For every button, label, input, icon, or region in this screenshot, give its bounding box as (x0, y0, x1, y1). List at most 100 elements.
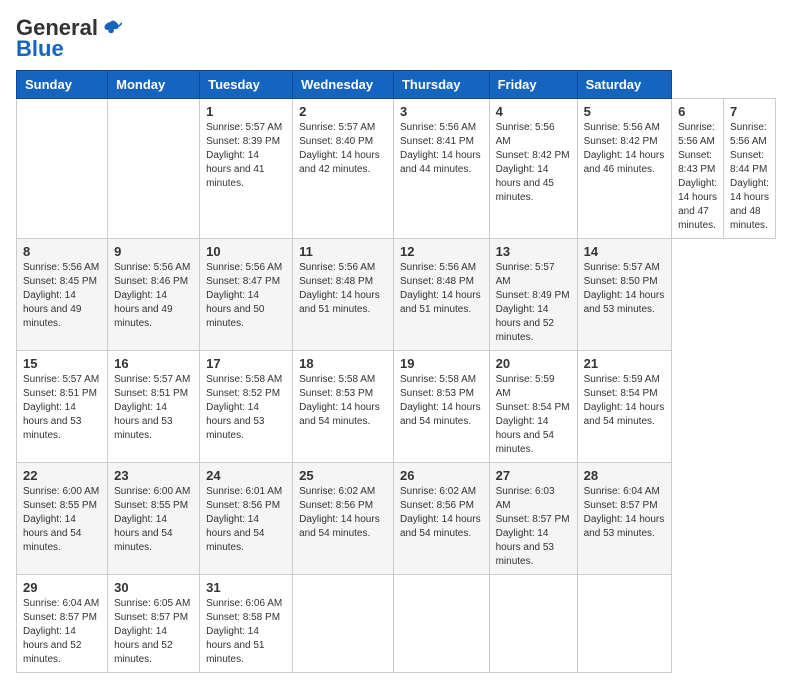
calendar-week-row: 1 Sunrise: 5:57 AM Sunset: 8:39 PM Dayli… (17, 99, 776, 239)
calendar-cell: 8 Sunrise: 5:56 AM Sunset: 8:45 PM Dayli… (17, 239, 108, 351)
day-info: Sunrise: 5:56 AM Sunset: 8:45 PM Dayligh… (23, 261, 101, 331)
calendar-cell: 4 Sunrise: 5:56 AM Sunset: 8:42 PM Dayli… (489, 99, 577, 239)
day-info: Sunrise: 5:58 AM Sunset: 8:52 PM Dayligh… (206, 373, 286, 443)
day-info: Sunrise: 5:57 AM Sunset: 8:40 PM Dayligh… (299, 121, 387, 177)
day-info: Sunrise: 5:58 AM Sunset: 8:53 PM Dayligh… (299, 373, 387, 429)
day-info: Sunrise: 5:57 AM Sunset: 8:49 PM Dayligh… (496, 261, 571, 345)
day-info: Sunrise: 5:59 AM Sunset: 8:54 PM Dayligh… (584, 373, 666, 429)
calendar-cell (293, 575, 394, 673)
calendar-cell: 1 Sunrise: 5:57 AM Sunset: 8:39 PM Dayli… (200, 99, 293, 239)
calendar-week-row: 15 Sunrise: 5:57 AM Sunset: 8:51 PM Dayl… (17, 351, 776, 463)
day-info: Sunrise: 5:56 AM Sunset: 8:43 PM Dayligh… (678, 121, 717, 233)
calendar-cell: 12 Sunrise: 5:56 AM Sunset: 8:48 PM Dayl… (393, 239, 489, 351)
day-info: Sunrise: 6:04 AM Sunset: 8:57 PM Dayligh… (23, 597, 101, 667)
day-info: Sunrise: 5:56 AM Sunset: 8:48 PM Dayligh… (299, 261, 387, 317)
calendar-cell: 29 Sunrise: 6:04 AM Sunset: 8:57 PM Dayl… (17, 575, 108, 673)
calendar-cell: 25 Sunrise: 6:02 AM Sunset: 8:56 PM Dayl… (293, 463, 394, 575)
calendar-cell (108, 99, 200, 239)
weekday-header-row: SundayMondayTuesdayWednesdayThursdayFrid… (17, 71, 776, 99)
day-number: 27 (496, 468, 571, 483)
calendar-cell: 16 Sunrise: 5:57 AM Sunset: 8:51 PM Dayl… (108, 351, 200, 463)
calendar-cell: 24 Sunrise: 6:01 AM Sunset: 8:56 PM Dayl… (200, 463, 293, 575)
day-number: 4 (496, 104, 571, 119)
weekday-header-friday: Friday (489, 71, 577, 99)
day-info: Sunrise: 6:01 AM Sunset: 8:56 PM Dayligh… (206, 485, 286, 555)
day-info: Sunrise: 6:04 AM Sunset: 8:57 PM Dayligh… (584, 485, 666, 541)
calendar-cell: 2 Sunrise: 5:57 AM Sunset: 8:40 PM Dayli… (293, 99, 394, 239)
calendar-cell: 30 Sunrise: 6:05 AM Sunset: 8:57 PM Dayl… (108, 575, 200, 673)
day-number: 8 (23, 244, 101, 259)
day-info: Sunrise: 5:57 AM Sunset: 8:51 PM Dayligh… (23, 373, 101, 443)
day-info: Sunrise: 5:56 AM Sunset: 8:41 PM Dayligh… (400, 121, 483, 177)
day-number: 26 (400, 468, 483, 483)
day-number: 5 (584, 104, 666, 119)
day-info: Sunrise: 5:56 AM Sunset: 8:46 PM Dayligh… (114, 261, 193, 331)
calendar-cell: 15 Sunrise: 5:57 AM Sunset: 8:51 PM Dayl… (17, 351, 108, 463)
day-number: 21 (584, 356, 666, 371)
calendar-cell (577, 575, 672, 673)
day-number: 14 (584, 244, 666, 259)
day-info: Sunrise: 6:00 AM Sunset: 8:55 PM Dayligh… (23, 485, 101, 555)
day-info: Sunrise: 6:02 AM Sunset: 8:56 PM Dayligh… (299, 485, 387, 541)
day-info: Sunrise: 5:59 AM Sunset: 8:54 PM Dayligh… (496, 373, 571, 457)
calendar-cell: 26 Sunrise: 6:02 AM Sunset: 8:56 PM Dayl… (393, 463, 489, 575)
calendar-week-row: 29 Sunrise: 6:04 AM Sunset: 8:57 PM Dayl… (17, 575, 776, 673)
calendar-cell: 19 Sunrise: 5:58 AM Sunset: 8:53 PM Dayl… (393, 351, 489, 463)
calendar-cell: 28 Sunrise: 6:04 AM Sunset: 8:57 PM Dayl… (577, 463, 672, 575)
day-number: 29 (23, 580, 101, 595)
calendar-cell: 23 Sunrise: 6:00 AM Sunset: 8:55 PM Dayl… (108, 463, 200, 575)
day-number: 11 (299, 244, 387, 259)
page-header: General Blue (16, 16, 776, 62)
calendar-cell (393, 575, 489, 673)
day-number: 28 (584, 468, 666, 483)
day-number: 2 (299, 104, 387, 119)
day-info: Sunrise: 6:02 AM Sunset: 8:56 PM Dayligh… (400, 485, 483, 541)
logo-bird-icon (102, 18, 122, 38)
calendar-cell: 17 Sunrise: 5:58 AM Sunset: 8:52 PM Dayl… (200, 351, 293, 463)
calendar-cell: 11 Sunrise: 5:56 AM Sunset: 8:48 PM Dayl… (293, 239, 394, 351)
day-number: 6 (678, 104, 717, 119)
calendar-cell: 9 Sunrise: 5:56 AM Sunset: 8:46 PM Dayli… (108, 239, 200, 351)
day-number: 24 (206, 468, 286, 483)
calendar-week-row: 8 Sunrise: 5:56 AM Sunset: 8:45 PM Dayli… (17, 239, 776, 351)
day-number: 15 (23, 356, 101, 371)
weekday-header-tuesday: Tuesday (200, 71, 293, 99)
day-number: 16 (114, 356, 193, 371)
weekday-header-thursday: Thursday (393, 71, 489, 99)
weekday-header-wednesday: Wednesday (293, 71, 394, 99)
day-info: Sunrise: 5:58 AM Sunset: 8:53 PM Dayligh… (400, 373, 483, 429)
day-number: 23 (114, 468, 193, 483)
day-info: Sunrise: 6:03 AM Sunset: 8:57 PM Dayligh… (496, 485, 571, 569)
day-info: Sunrise: 5:57 AM Sunset: 8:39 PM Dayligh… (206, 121, 286, 191)
day-info: Sunrise: 5:57 AM Sunset: 8:51 PM Dayligh… (114, 373, 193, 443)
calendar-week-row: 22 Sunrise: 6:00 AM Sunset: 8:55 PM Dayl… (17, 463, 776, 575)
calendar-cell: 10 Sunrise: 5:56 AM Sunset: 8:47 PM Dayl… (200, 239, 293, 351)
logo-blue-text: Blue (16, 36, 64, 62)
day-number: 17 (206, 356, 286, 371)
day-number: 9 (114, 244, 193, 259)
day-info: Sunrise: 5:56 AM Sunset: 8:42 PM Dayligh… (496, 121, 571, 205)
day-info: Sunrise: 6:06 AM Sunset: 8:58 PM Dayligh… (206, 597, 286, 667)
calendar-cell: 18 Sunrise: 5:58 AM Sunset: 8:53 PM Dayl… (293, 351, 394, 463)
day-info: Sunrise: 6:00 AM Sunset: 8:55 PM Dayligh… (114, 485, 193, 555)
calendar-cell: 22 Sunrise: 6:00 AM Sunset: 8:55 PM Dayl… (17, 463, 108, 575)
day-number: 10 (206, 244, 286, 259)
day-info: Sunrise: 5:56 AM Sunset: 8:47 PM Dayligh… (206, 261, 286, 331)
day-number: 18 (299, 356, 387, 371)
day-number: 22 (23, 468, 101, 483)
calendar-cell: 5 Sunrise: 5:56 AM Sunset: 8:42 PM Dayli… (577, 99, 672, 239)
calendar-cell: 21 Sunrise: 5:59 AM Sunset: 8:54 PM Dayl… (577, 351, 672, 463)
day-number: 25 (299, 468, 387, 483)
day-number: 1 (206, 104, 286, 119)
calendar-cell: 31 Sunrise: 6:06 AM Sunset: 8:58 PM Dayl… (200, 575, 293, 673)
day-number: 12 (400, 244, 483, 259)
day-number: 20 (496, 356, 571, 371)
day-number: 19 (400, 356, 483, 371)
day-info: Sunrise: 5:56 AM Sunset: 8:42 PM Dayligh… (584, 121, 666, 177)
day-number: 30 (114, 580, 193, 595)
day-info: Sunrise: 5:57 AM Sunset: 8:50 PM Dayligh… (584, 261, 666, 317)
calendar-cell: 20 Sunrise: 5:59 AM Sunset: 8:54 PM Dayl… (489, 351, 577, 463)
day-number: 7 (730, 104, 769, 119)
logo: General Blue (16, 16, 122, 62)
day-number: 3 (400, 104, 483, 119)
